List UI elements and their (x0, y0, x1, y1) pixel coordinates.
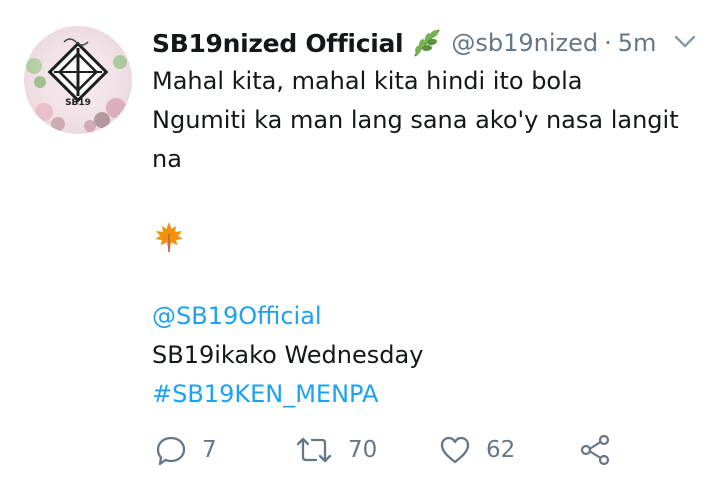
hashtag-link[interactable]: #SB19KEN_MENPA (152, 375, 692, 414)
tweet-actions: 7 70 62 (152, 428, 672, 472)
reply-count: 7 (202, 437, 217, 463)
tweet-line: Ngumiti ka man lang sana ako'y nasa lang… (152, 106, 679, 134)
tweet-text: Mahal kita, mahal kita hindi ito bola Ng… (152, 62, 692, 414)
user-handle[interactable]: @sb19nized (451, 29, 598, 57)
header-separator: · (604, 29, 612, 57)
like-count: 62 (486, 437, 516, 463)
mention-link[interactable]: @SB19Official (152, 297, 692, 336)
tweet-line: SB19ikako Wednesday (152, 341, 424, 369)
retweet-count: 70 (348, 437, 378, 463)
tweet-timestamp[interactable]: 5m (618, 29, 657, 57)
like-button[interactable]: 62 (438, 428, 515, 472)
display-name[interactable]: SB19nized Official (152, 29, 404, 58)
tweet[interactable]: SB19 SB19nized Official @sb19nized · 5m … (0, 0, 720, 488)
avatar-logo-image: SB19 (24, 26, 132, 134)
retweet-icon (294, 433, 334, 467)
tweet-line: Mahal kita, mahal kita hindi ito bola (152, 67, 583, 95)
maple-leaf-emoji-icon (152, 218, 692, 258)
share-icon (578, 433, 612, 467)
avatar-text: SB19 (65, 98, 91, 108)
tweet-header: SB19nized Official @sb19nized · 5m (152, 24, 656, 62)
tweet-line: na (152, 145, 182, 173)
herb-emoji-icon (409, 26, 443, 60)
reply-button[interactable]: 7 (154, 428, 217, 472)
retweet-button[interactable]: 70 (294, 428, 377, 472)
avatar[interactable]: SB19 (24, 26, 132, 134)
heart-icon (438, 433, 472, 467)
reply-icon (154, 433, 188, 467)
share-button[interactable] (578, 428, 612, 472)
chevron-down-icon[interactable] (672, 30, 698, 52)
